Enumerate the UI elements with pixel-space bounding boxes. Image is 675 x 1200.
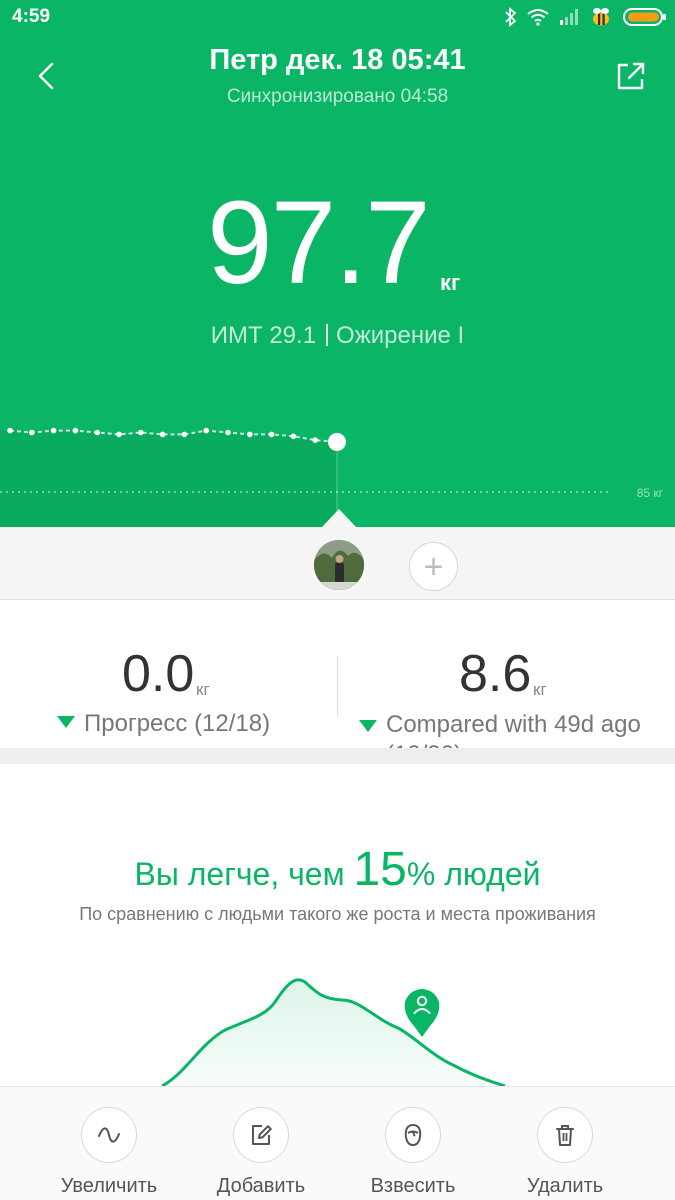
- share-icon: [617, 62, 645, 90]
- progress-stat[interactable]: 0.0 кг Прогресс (12/18): [0, 600, 337, 748]
- delete-circle: [537, 1107, 593, 1163]
- trend-point[interactable]: [203, 427, 209, 434]
- comparison-subtitle: По сравнению с людьми такого же роста и …: [79, 904, 596, 924]
- down-arrow-icon: [359, 720, 377, 732]
- user-position-marker: [404, 989, 440, 1037]
- trend-point[interactable]: [181, 431, 188, 438]
- progress-label: Прогресс (12/18): [84, 710, 271, 737]
- comparison-value: 8.6: [459, 645, 532, 703]
- comparison-label: Compared with 49d ago (10/30): [386, 711, 641, 748]
- weight-display: 97.7 кг: [0, 170, 675, 310]
- trend-point[interactable]: [7, 427, 13, 434]
- zoom-label: Увеличить: [60, 1175, 158, 1197]
- user-switcher: +: [0, 527, 675, 600]
- trend-point[interactable]: [72, 427, 79, 434]
- weight-value: 97.7: [207, 177, 431, 309]
- delete-button[interactable]: Удалить: [481, 1087, 649, 1200]
- comparison-unit: кг: [533, 680, 547, 699]
- add-label: Добавить: [216, 1175, 306, 1197]
- bmi-info: ИМТ 29.1 Ожирение I: [0, 322, 675, 350]
- distribution-curve: [161, 978, 506, 1086]
- bmi-separator: [326, 324, 329, 346]
- comparison-headline: Вы легче, чем 15% людей: [0, 842, 675, 897]
- comparison-stat[interactable]: 8.6 кг Compared with 49d ago (10/30): [337, 600, 675, 748]
- trend-point[interactable]: [50, 427, 57, 434]
- population-comparison: Вы легче, чем 15% людей По сравнению с л…: [0, 764, 675, 1086]
- selected-user-pointer: [322, 509, 356, 527]
- headline-prefix: Вы легче, чем: [134, 856, 345, 892]
- trend-point[interactable]: [247, 431, 253, 438]
- bmi-category: Ожирение I: [336, 322, 465, 349]
- action-bar: Увеличить Добавить Взвесить Удалить: [0, 1086, 675, 1200]
- trend-area: [0, 430, 337, 527]
- trend-point[interactable]: [138, 429, 144, 436]
- bee-icon: [593, 8, 609, 26]
- measurement-header: 4:59 Петр дек. 18 05:41 Синхронизировано…: [0, 0, 675, 527]
- delete-label: Удалить: [526, 1175, 604, 1197]
- trend-point[interactable]: [94, 429, 100, 436]
- progress-unit: кг: [196, 680, 210, 699]
- headline-percent: 15: [353, 843, 407, 896]
- trash-icon: [556, 1125, 574, 1146]
- status-icons: [505, 6, 667, 28]
- trend-point[interactable]: [225, 429, 231, 436]
- add-circle: [233, 1107, 289, 1163]
- plus-icon: +: [423, 547, 444, 586]
- avatar-photo: [314, 540, 364, 590]
- progress-stats: 0.0 кг Прогресс (12/18) 8.6 кг Compared …: [0, 600, 675, 748]
- trend-point[interactable]: [268, 431, 275, 438]
- selected-trend-point[interactable]: [328, 433, 346, 451]
- bluetooth-icon: [505, 7, 517, 27]
- add-user-button[interactable]: +: [409, 542, 458, 591]
- section-gap: [0, 748, 675, 764]
- add-button[interactable]: Добавить: [177, 1087, 345, 1200]
- weigh-button[interactable]: Взвесить: [329, 1087, 497, 1200]
- share-button[interactable]: [611, 56, 651, 96]
- weight-unit: кг: [440, 270, 461, 295]
- progress-value: 0.0: [122, 645, 195, 703]
- down-arrow-icon: [57, 716, 75, 728]
- weigh-circle: [385, 1107, 441, 1163]
- battery-icon: [623, 8, 666, 26]
- signal-icon: [560, 9, 578, 25]
- bmi-value: ИМТ 29.1: [210, 322, 317, 349]
- status-time: 4:59: [12, 6, 51, 27]
- headline-suffix: % людей: [406, 856, 541, 892]
- edit-icon: [252, 1125, 272, 1145]
- page-title: Петр дек. 18 05:41: [209, 44, 466, 76]
- reference-weight-label: 85 кг: [636, 486, 663, 500]
- trend-wave-icon: [98, 1127, 120, 1143]
- trend-point[interactable]: [29, 429, 35, 436]
- distribution-area: [162, 979, 505, 1086]
- trend-point[interactable]: [116, 431, 122, 438]
- weigh-label: Взвесить: [370, 1175, 456, 1197]
- sync-status: Синхронизировано 04:58: [226, 86, 449, 107]
- trend-point[interactable]: [312, 437, 319, 443]
- zoom-button[interactable]: Увеличить: [25, 1087, 193, 1200]
- wifi-icon: [527, 9, 549, 26]
- trend-point[interactable]: [159, 431, 166, 438]
- status-bar: 4:59: [0, 0, 675, 34]
- zoom-circle: [81, 1107, 137, 1163]
- scale-icon: [404, 1123, 422, 1147]
- trend-point[interactable]: [290, 433, 297, 440]
- user-avatar[interactable]: [314, 540, 364, 590]
